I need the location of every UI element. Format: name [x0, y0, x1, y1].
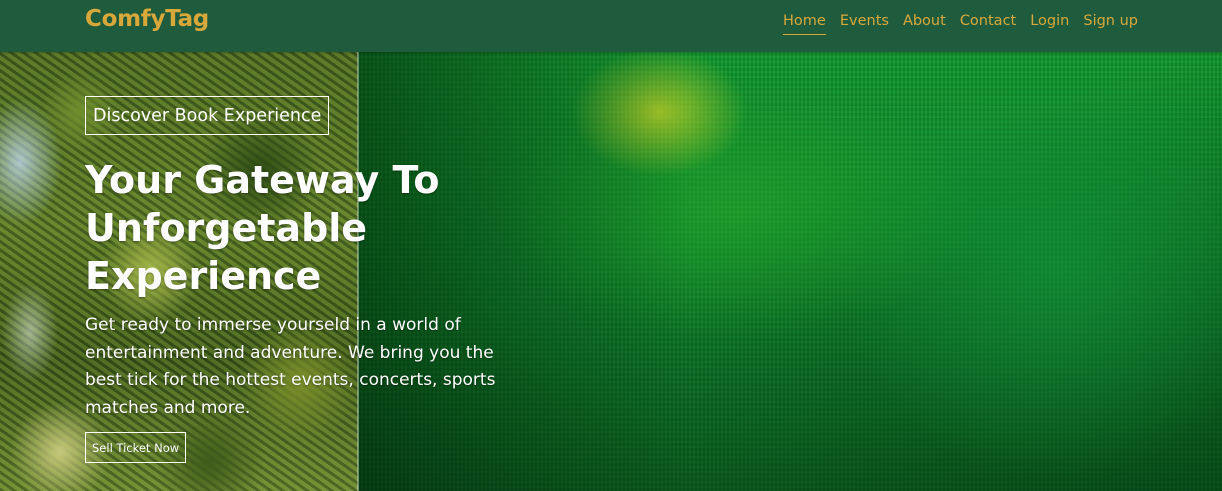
top-navbar: ComfyTag Home Events About Contact Login…: [0, 0, 1222, 52]
nav-home-link[interactable]: Home: [783, 12, 826, 35]
main-nav: Home Events About Contact Login Sign up: [783, 12, 1138, 35]
brand-logo[interactable]: ComfyTag: [85, 6, 209, 32]
page: ComfyTag Home Events About Contact Login…: [0, 0, 1222, 491]
hero-headline: Your Gateway To Unforgetable Experience: [85, 158, 440, 298]
nav-about-link[interactable]: About: [903, 12, 946, 35]
hero-description: Get ready to immerse yourseld in a world…: [85, 315, 496, 418]
sell-ticket-button[interactable]: Sell Ticket Now: [85, 432, 187, 463]
hero-tagline-badge: Discover Book Experience: [85, 96, 330, 135]
nav-signup-link[interactable]: Sign up: [1083, 12, 1138, 35]
nav-events-link[interactable]: Events: [840, 12, 889, 35]
nav-login-link[interactable]: Login: [1030, 12, 1069, 35]
nav-contact-link[interactable]: Contact: [960, 12, 1016, 35]
